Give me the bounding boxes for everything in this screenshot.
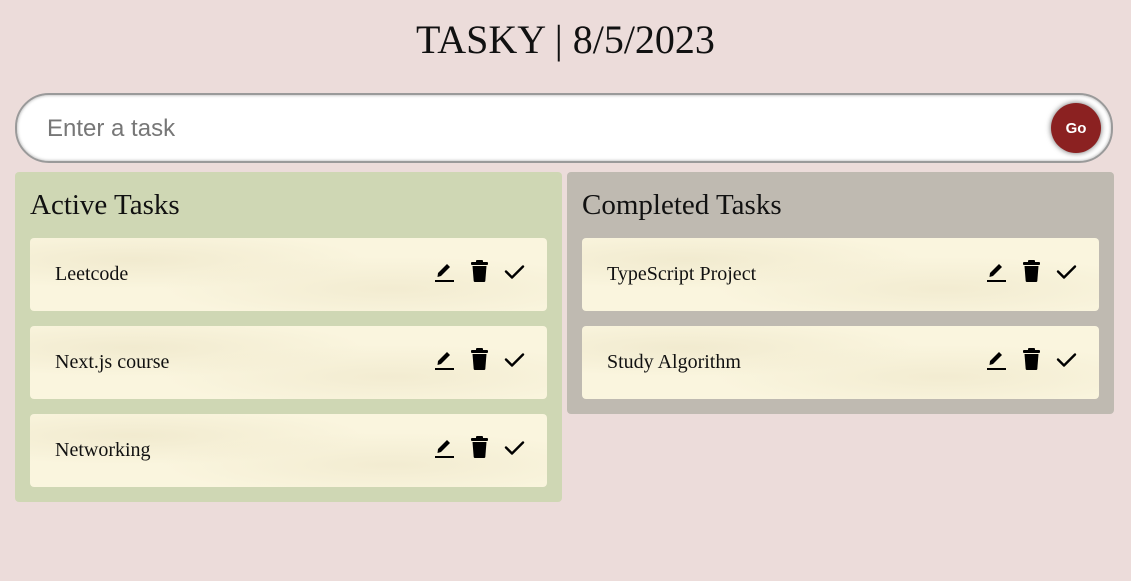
- pencil-icon[interactable]: [986, 346, 1007, 372]
- task-actions: [434, 258, 525, 284]
- pencil-icon[interactable]: [434, 258, 455, 284]
- active-task-list: Leetcode Next.js course Networking: [30, 238, 547, 487]
- trash-icon[interactable]: [469, 434, 490, 460]
- task-label: TypeScript Project: [607, 263, 757, 285]
- task-input[interactable]: [45, 95, 1009, 163]
- trash-icon[interactable]: [469, 258, 490, 284]
- active-tasks-heading: Active Tasks: [30, 189, 180, 221]
- task-input-bar: Go: [15, 93, 1113, 163]
- trash-icon[interactable]: [469, 346, 490, 372]
- pencil-icon[interactable]: [434, 434, 455, 460]
- active-tasks-panel: Active Tasks Leetcode Next.js course Net…: [15, 172, 562, 502]
- trash-icon[interactable]: [1021, 346, 1042, 372]
- trash-icon[interactable]: [1021, 258, 1042, 284]
- check-icon[interactable]: [504, 434, 525, 460]
- check-icon[interactable]: [1056, 346, 1077, 372]
- task-actions: [434, 346, 525, 372]
- go-button[interactable]: Go: [1051, 103, 1101, 153]
- task-card: Study Algorithm: [582, 326, 1099, 399]
- task-card: TypeScript Project: [582, 238, 1099, 311]
- task-card: Next.js course: [30, 326, 547, 399]
- task-label: Leetcode: [55, 263, 129, 285]
- pencil-icon[interactable]: [434, 346, 455, 372]
- pencil-icon[interactable]: [986, 258, 1007, 284]
- completed-task-list: TypeScript Project Study Algorithm: [582, 238, 1099, 399]
- task-card: Leetcode: [30, 238, 547, 311]
- task-label: Next.js course: [55, 351, 170, 373]
- completed-tasks-panel: Completed Tasks TypeScript Project Study…: [567, 172, 1114, 414]
- task-label: Study Algorithm: [607, 351, 741, 373]
- task-label: Networking: [55, 439, 151, 461]
- check-icon[interactable]: [504, 346, 525, 372]
- check-icon[interactable]: [1056, 258, 1077, 284]
- check-icon[interactable]: [504, 258, 525, 284]
- page-title: TASKY | 8/5/2023: [416, 17, 715, 62]
- task-actions: [986, 346, 1077, 372]
- task-actions: [434, 434, 525, 460]
- task-actions: [986, 258, 1077, 284]
- completed-tasks-heading: Completed Tasks: [582, 189, 782, 221]
- task-card: Networking: [30, 414, 547, 487]
